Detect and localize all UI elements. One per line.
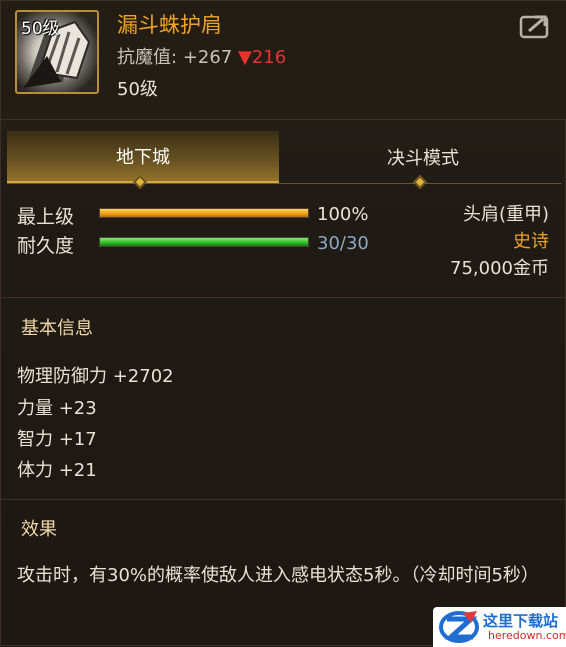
basic-info-title: 基本信息 — [21, 318, 93, 339]
quality-label: 最上级 — [17, 206, 75, 228]
magic-resist-label: 抗魔值: — [117, 47, 178, 68]
durability-label: 耐久度 — [17, 235, 75, 257]
effect-title: 效果 — [21, 519, 57, 540]
quality-bar — [99, 208, 309, 218]
divider — [1, 499, 566, 500]
magic-resist-line: 抗魔值: +267 ▼216 — [117, 43, 286, 69]
share-icon — [519, 15, 549, 39]
item-tooltip-panel: 50级 漏斗蛛护肩 抗魔值: +267 ▼216 50级 地下城 决斗模式 最上… — [0, 0, 566, 647]
quality-bar-fill — [100, 209, 308, 217]
effect-description: 攻击时，有30%的概率使敌人进入感电状态5秒。（冷却时间5秒） — [17, 565, 539, 586]
item-type: 头肩(重甲) — [462, 204, 549, 225]
tab-dungeon[interactable]: 地下城 — [7, 131, 279, 183]
tab-duel-label: 决斗模式 — [387, 148, 459, 169]
watermark-url: heredown.com — [488, 629, 566, 642]
attr-physical-defense: 物理防御力 +2702 — [17, 366, 174, 387]
icon-level-badge: 50级 — [21, 19, 60, 39]
required-level: 50级 — [117, 79, 158, 100]
item-header: 50级 漏斗蛛护肩 抗魔值: +267 ▼216 50级 — [1, 1, 566, 120]
shoulder-armor-icon: 50级 — [15, 10, 99, 94]
site-logo-icon — [439, 611, 479, 643]
attr-intelligence: 智力 +17 — [17, 429, 97, 450]
item-name: 漏斗蛛护肩 — [117, 13, 222, 37]
tab-duel-mode[interactable]: 决斗模式 — [287, 131, 559, 183]
durability-bar-fill — [100, 238, 308, 246]
quality-value: 100% — [317, 204, 369, 225]
item-price: 75,000金币 — [450, 258, 549, 279]
durability-value: 30/30 — [317, 233, 369, 254]
attr-vitality: 体力 +21 — [17, 460, 97, 481]
attr-strength: 力量 +23 — [17, 398, 97, 419]
tab-dungeon-label: 地下城 — [116, 147, 170, 168]
magic-resist-decrease: ▼216 — [238, 47, 287, 68]
site-watermark: 这里下载站 heredown.com — [433, 607, 566, 647]
divider — [1, 297, 566, 298]
durability-bar — [99, 237, 309, 247]
mode-tabs: 地下城 决斗模式 — [7, 131, 561, 184]
watermark-title: 这里下载站 — [483, 612, 559, 630]
magic-resist-value: +267 — [182, 47, 233, 68]
item-rarity: 史诗 — [513, 231, 549, 252]
share-button[interactable] — [519, 13, 551, 39]
